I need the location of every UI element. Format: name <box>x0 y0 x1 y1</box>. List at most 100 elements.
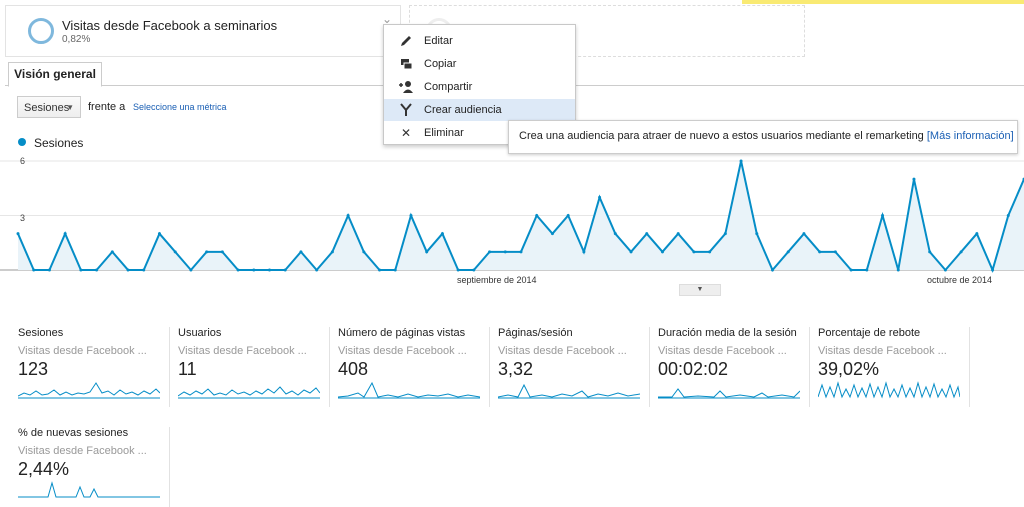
data-point[interactable] <box>457 269 460 272</box>
metric-tile-bounce-rate[interactable]: Porcentaje de rebote Visitas desde Faceb… <box>818 327 970 407</box>
tile-segment-name: Visitas desde Facebook ... <box>498 345 627 357</box>
data-point[interactable] <box>614 232 617 235</box>
tile-metric-value: 408 <box>338 359 368 380</box>
data-point[interactable] <box>48 269 51 272</box>
data-point[interactable] <box>441 232 444 235</box>
data-point[interactable] <box>740 160 743 163</box>
tile-sparkline <box>178 379 320 399</box>
metric-dropdown[interactable]: Sesiones ▼ <box>17 96 81 118</box>
data-point[interactable] <box>708 250 711 253</box>
select-metric-link[interactable]: Seleccione una métrica <box>133 102 227 112</box>
data-point[interactable] <box>551 232 554 235</box>
data-point[interactable] <box>567 214 570 217</box>
data-point[interactable] <box>928 250 931 253</box>
data-point[interactable] <box>95 269 98 272</box>
menu-item-label: Copiar <box>424 58 456 70</box>
metric-tile-sessions[interactable]: Sesiones Visitas desde Facebook ... 123 <box>18 327 170 407</box>
menu-item-create-audience[interactable]: Crear audiencia <box>384 99 575 121</box>
data-point[interactable] <box>771 269 774 272</box>
data-point[interactable] <box>64 232 67 235</box>
data-point[interactable] <box>960 250 963 253</box>
dropdown-arrow-icon: ▼ <box>66 97 74 119</box>
data-point[interactable] <box>881 214 884 217</box>
menu-item-share[interactable]: Compartir <box>384 76 575 98</box>
tooltip-text: Crea una audiencia para atraer de nuevo … <box>519 130 927 142</box>
data-point[interactable] <box>755 232 758 235</box>
segment-ring-icon <box>28 18 54 44</box>
segment-card[interactable]: Visitas desde Facebook a seminarios 0,82… <box>5 5 401 57</box>
data-point[interactable] <box>331 250 334 253</box>
data-point[interactable] <box>32 269 35 272</box>
data-point[interactable] <box>787 250 790 253</box>
data-point[interactable] <box>378 269 381 272</box>
data-point[interactable] <box>692 250 695 253</box>
data-point[interactable] <box>299 250 302 253</box>
menu-item-copy[interactable]: Copiar <box>384 53 575 75</box>
data-point[interactable] <box>347 214 350 217</box>
data-point[interactable] <box>315 269 318 272</box>
chart-collapse-handle[interactable]: ▼ <box>679 284 721 296</box>
data-point[interactable] <box>472 269 475 272</box>
data-point[interactable] <box>504 250 507 253</box>
data-point[interactable] <box>17 232 20 235</box>
data-point[interactable] <box>127 269 130 272</box>
tile-metric-name: Usuarios <box>178 327 221 339</box>
data-point[interactable] <box>394 269 397 272</box>
data-point[interactable] <box>252 269 255 272</box>
data-point[interactable] <box>520 250 523 253</box>
tile-sparkline <box>498 379 640 399</box>
data-point[interactable] <box>111 250 114 253</box>
data-point[interactable] <box>425 250 428 253</box>
data-point[interactable] <box>645 232 648 235</box>
sessions-chart[interactable] <box>0 150 1024 275</box>
data-point[interactable] <box>174 250 177 253</box>
tile-metric-name: Duración media de la sesión <box>658 327 797 339</box>
data-point[interactable] <box>661 250 664 253</box>
data-point[interactable] <box>79 269 82 272</box>
data-point[interactable] <box>912 178 915 181</box>
data-point[interactable] <box>818 250 821 253</box>
data-point[interactable] <box>488 250 491 253</box>
data-point[interactable] <box>221 250 224 253</box>
data-point[interactable] <box>677 232 680 235</box>
data-point[interactable] <box>284 269 287 272</box>
metric-tile-users[interactable]: Usuarios Visitas desde Facebook ... 11 <box>178 327 330 407</box>
data-point[interactable] <box>598 196 601 199</box>
tile-metric-value: 39,02% <box>818 359 879 380</box>
data-point[interactable] <box>897 269 900 272</box>
data-point[interactable] <box>189 269 192 272</box>
create-audience-tooltip: Crea una audiencia para atraer de nuevo … <box>508 120 1018 154</box>
data-point[interactable] <box>944 269 947 272</box>
data-point[interactable] <box>205 250 208 253</box>
tile-segment-name: Visitas desde Facebook ... <box>658 345 787 357</box>
metric-tile-new-sessions[interactable]: % de nuevas sesiones Visitas desde Faceb… <box>18 427 170 507</box>
metric-tile-pages-per-session[interactable]: Páginas/sesión Visitas desde Facebook ..… <box>498 327 650 407</box>
more-info-link[interactable]: [Más información] <box>927 130 1014 142</box>
data-point[interactable] <box>834 250 837 253</box>
legend-marker <box>18 138 26 146</box>
data-point[interactable] <box>362 250 365 253</box>
x-tick-label: octubre de 2014 <box>927 275 992 285</box>
data-point[interactable] <box>630 250 633 253</box>
data-point[interactable] <box>975 232 978 235</box>
tab-overview[interactable]: Visión general <box>8 62 102 87</box>
data-point[interactable] <box>268 269 271 272</box>
data-point[interactable] <box>865 269 868 272</box>
data-point[interactable] <box>582 250 585 253</box>
data-point[interactable] <box>802 232 805 235</box>
tile-sparkline <box>338 379 480 399</box>
tile-metric-name: Páginas/sesión <box>498 327 573 339</box>
data-point[interactable] <box>535 214 538 217</box>
data-point[interactable] <box>724 232 727 235</box>
data-point[interactable] <box>237 269 240 272</box>
data-point[interactable] <box>142 269 145 272</box>
data-point[interactable] <box>1007 214 1010 217</box>
data-point[interactable] <box>158 232 161 235</box>
metric-tile-avg-session-duration[interactable]: Duración media de la sesión Visitas desd… <box>658 327 810 407</box>
data-point[interactable] <box>409 214 412 217</box>
data-point[interactable] <box>991 269 994 272</box>
data-point[interactable] <box>850 269 853 272</box>
copy-icon <box>398 57 414 71</box>
metric-tile-pageviews[interactable]: Número de páginas vistas Visitas desde F… <box>338 327 490 407</box>
menu-item-edit[interactable]: Editar <box>384 30 575 52</box>
